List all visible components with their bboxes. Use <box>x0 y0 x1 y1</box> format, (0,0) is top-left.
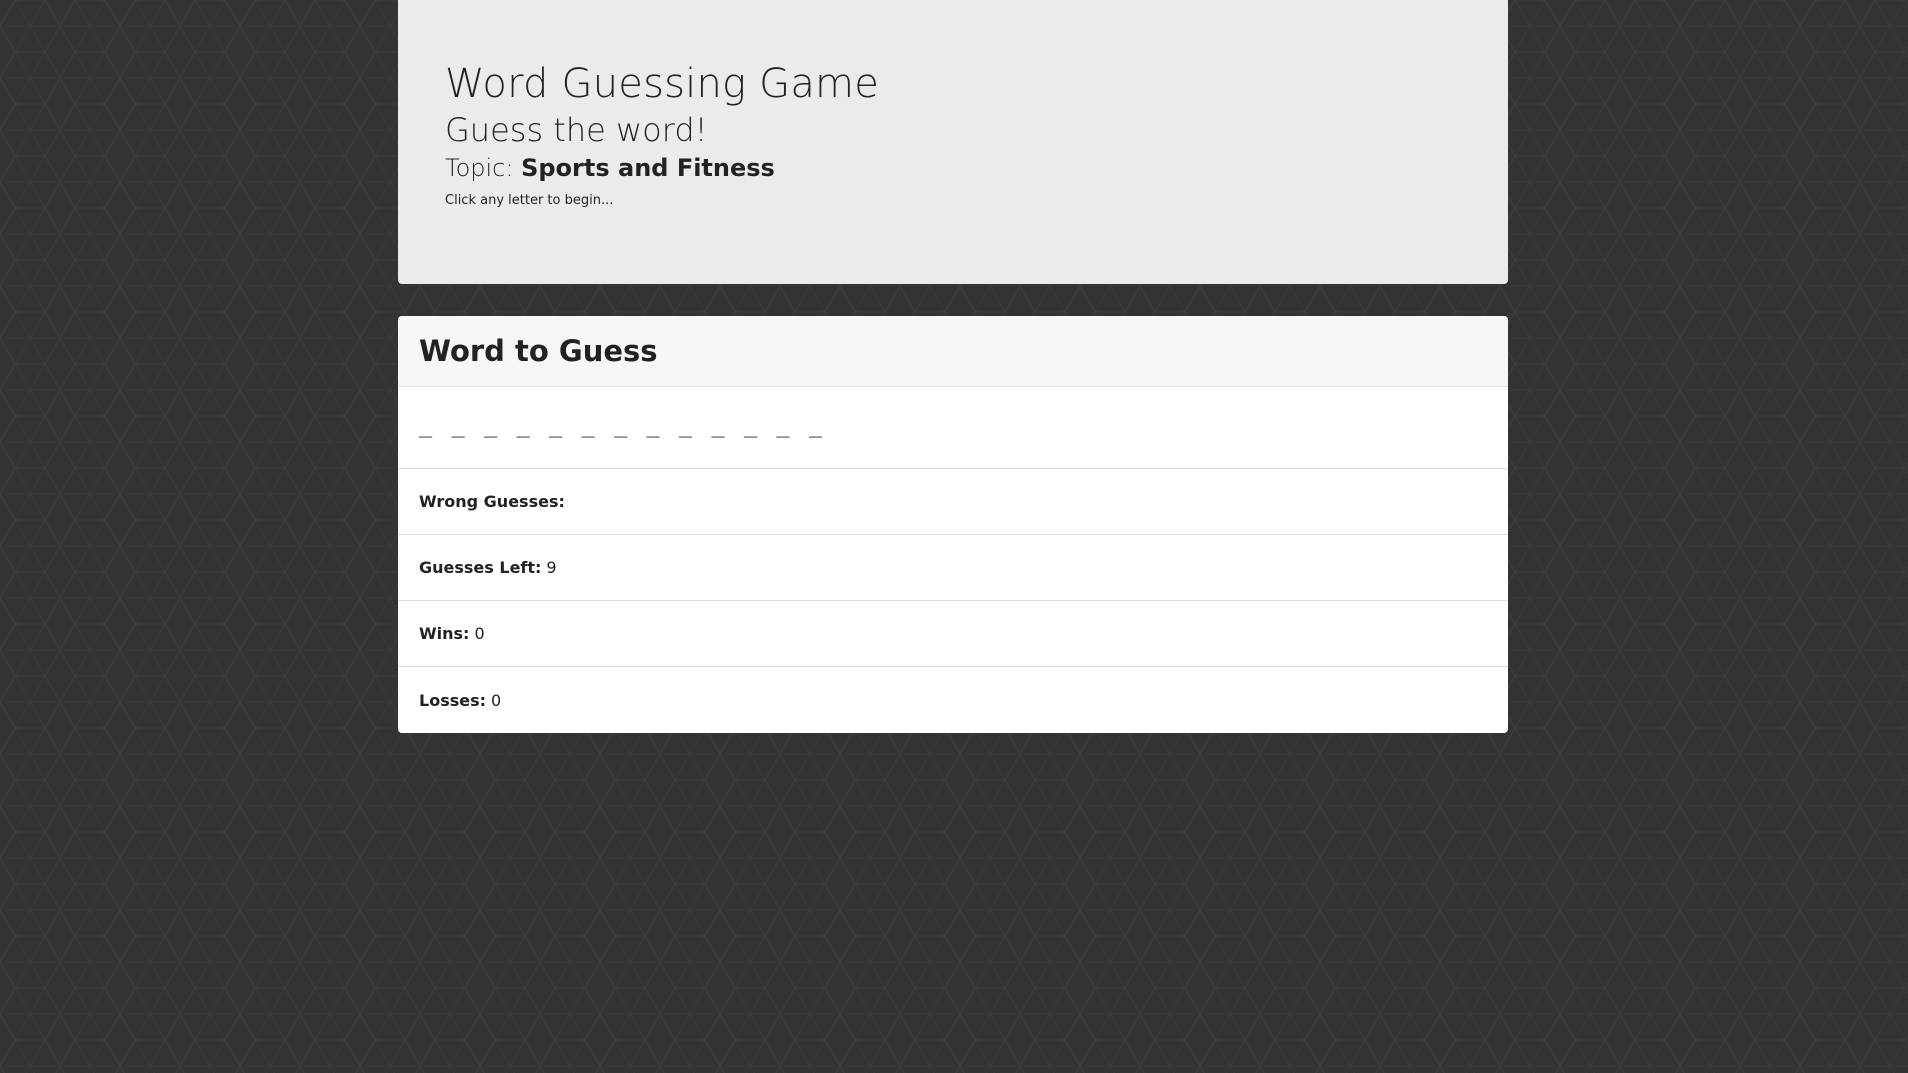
topic-label: Topic: <box>445 154 514 182</box>
wins-row: Wins: 0 <box>398 601 1508 667</box>
losses-label: Losses: <box>419 690 487 710</box>
wins-label: Wins: <box>419 624 470 643</box>
wins-value: 0 <box>474 624 485 643</box>
word-display-row: _ _ _ _ _ _ _ _ _ _ _ _ _ <box>398 387 1508 469</box>
guesses-left-label: Guesses Left: <box>419 558 542 577</box>
start-hint: Click any letter to begin... <box>445 193 614 208</box>
losses-row: Losses: 0 <box>398 667 1508 733</box>
word-card-header: Word to Guess <box>398 316 1508 387</box>
losses-value: 0 <box>491 690 502 710</box>
game-header: Word Guessing Game Guess the word! Topic… <box>398 0 1508 284</box>
guesses-left-row: Guesses Left: 9 <box>398 535 1508 601</box>
word-card: Word to Guess _ _ _ _ _ _ _ _ _ _ _ _ _ … <box>398 316 1508 733</box>
word-blanks: _ _ _ _ _ _ _ _ _ _ _ _ _ <box>419 413 826 438</box>
word-card-title: Word to Guess <box>419 334 658 368</box>
topic-value: Sports and Fitness <box>521 154 775 182</box>
wrong-guesses-row: Wrong Guesses: <box>398 469 1508 535</box>
topic-line: Topic: Sports and Fitness <box>445 152 1461 184</box>
page-subtitle: Guess the word! <box>445 111 708 149</box>
guesses-left-value: 9 <box>546 558 557 577</box>
wrong-guesses-label: Wrong Guesses: <box>419 492 565 511</box>
page-title: Word Guessing Game <box>445 61 880 107</box>
main-container: Word Guessing Game Guess the word! Topic… <box>398 0 1508 733</box>
